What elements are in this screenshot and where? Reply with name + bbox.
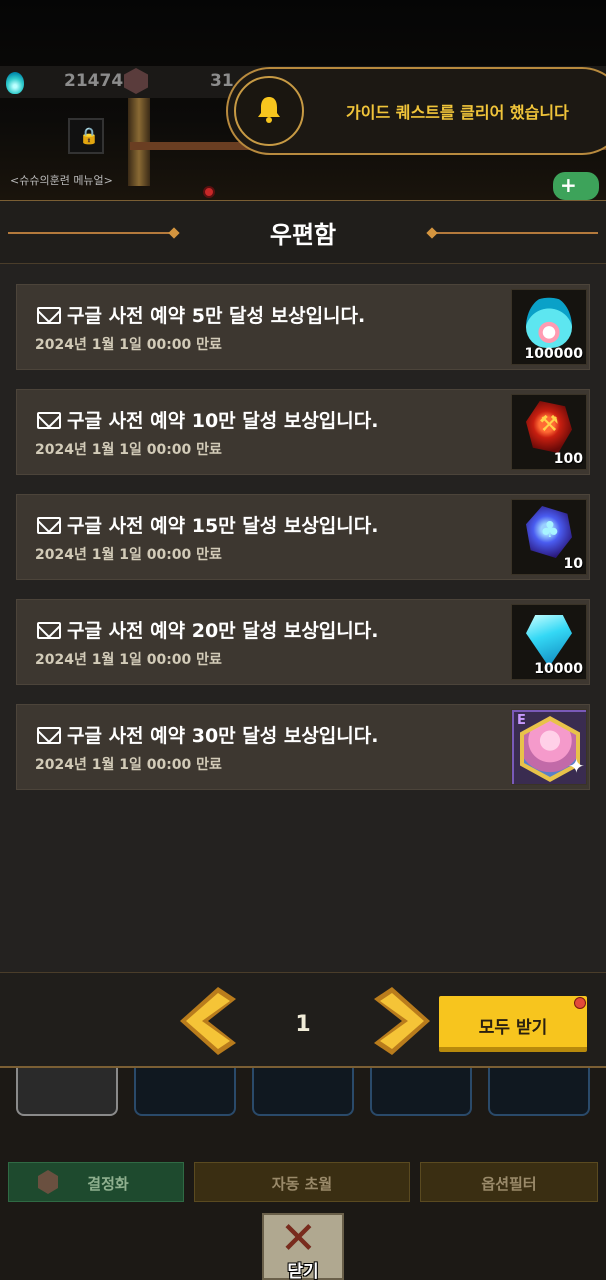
mail-title: 구글 사전 예약 10만 달성 보상입니다.: [67, 410, 379, 432]
close-label: 닫기: [287, 1262, 319, 1280]
mail-expiry: 2024년 1월 1일 00:00 만료: [35, 652, 222, 668]
mail-title: 구글 사전 예약 30만 달성 보상입니다.: [67, 725, 379, 747]
equipment-slot: [134, 1068, 236, 1116]
equipment-slot: [370, 1068, 472, 1116]
flame-icon: [6, 72, 24, 94]
claim-all-label: 모두 받기: [478, 1018, 548, 1038]
mail-item[interactable]: 구글 사전 예약 30만 달성 보상입니다. 2024년 1월 1일 00:00…: [16, 704, 590, 790]
mail-title: 구글 사전 예약 15만 달성 보상입니다.: [67, 515, 379, 537]
envelope-icon: [37, 412, 61, 429]
mail-expiry: 2024년 1월 1일 00:00 만료: [35, 442, 222, 458]
reward-count: 10: [563, 556, 583, 572]
chevron-left-icon: [180, 987, 236, 1055]
close-button[interactable]: ✕ 닫기: [262, 1213, 344, 1280]
training-manual-label: <슈슈의훈련 메뉴얼>: [10, 174, 113, 187]
prev-page-button[interactable]: [178, 985, 238, 1057]
mail-expiry: 2024년 1월 1일 00:00 만료: [35, 757, 222, 773]
envelope-icon: [37, 727, 61, 744]
crystallize-tab: 결정화: [8, 1162, 184, 1202]
reward-count: 100: [553, 451, 583, 467]
resource-left-value: 21474: [64, 71, 124, 91]
mail-expiry: 2024년 1월 1일 00:00 만료: [35, 547, 222, 563]
diamond-icon: [526, 615, 572, 667]
mail-expiry: 2024년 1월 1일 00:00 만료: [35, 337, 222, 353]
hero-portrait-icon: E ✦: [512, 710, 586, 784]
notification-dot: [574, 997, 586, 1009]
gamepad-icon: [553, 172, 599, 200]
mailbox-title: 우편함: [269, 221, 337, 249]
mail-item[interactable]: 구글 사전 예약 20만 달성 보상입니다. 2024년 1월 1일 00:00…: [16, 599, 590, 685]
mail-item[interactable]: 구글 사전 예약 10만 달성 보상입니다. 2024년 1월 1일 00:00…: [16, 389, 590, 475]
close-icon: ✕: [280, 1217, 317, 1262]
flame-icon: [526, 296, 572, 348]
mail-title: 구글 사전 예약 5만 달성 보상입니다.: [67, 305, 366, 327]
envelope-icon: [37, 307, 61, 324]
mail-item[interactable]: 구글 사전 예약 5만 달성 보상입니다. 2024년 1월 1일 00:00 …: [16, 284, 590, 370]
envelope-icon: [37, 517, 61, 534]
equipment-slot: [252, 1068, 354, 1116]
auto-transcend-label: 자동 초월: [271, 1175, 333, 1193]
next-page-button[interactable]: [372, 985, 432, 1057]
equipment-slot: [16, 1068, 118, 1116]
reward-count: 100000: [524, 346, 583, 362]
reward-slot[interactable]: 10: [511, 499, 587, 575]
locked-slot: 🔒: [68, 118, 104, 154]
crystallize-label: 결정화: [87, 1175, 129, 1193]
option-filter-label: 옵션필터: [481, 1175, 537, 1193]
red-rune-icon: [526, 401, 572, 453]
toast-message: 가이드 퀘스트를 클리어 했습니다: [346, 103, 569, 122]
resource-right-value: 31: [210, 71, 234, 91]
auto-transcend-tab: 자동 초월: [194, 1162, 410, 1202]
option-filter-tab: 옵션필터: [420, 1162, 598, 1202]
lock-icon: 🔒: [79, 126, 99, 145]
chevron-right-icon: [374, 987, 430, 1055]
reward-slot[interactable]: E ✦: [511, 709, 587, 785]
mail-item[interactable]: 구글 사전 예약 15만 달성 보상입니다. 2024년 1월 1일 00:00…: [16, 494, 590, 580]
reward-slot[interactable]: 100000: [511, 289, 587, 365]
envelope-icon: [37, 622, 61, 639]
claim-all-button[interactable]: 모두 받기: [439, 996, 587, 1052]
blue-rune-icon: [526, 506, 572, 558]
reward-slot[interactable]: 100: [511, 394, 587, 470]
sparkle-icon: ✦: [568, 754, 585, 778]
equipment-slot: [488, 1068, 590, 1116]
reward-slot[interactable]: 10000: [511, 604, 587, 680]
mail-title: 구글 사전 예약 20만 달성 보상입니다.: [67, 620, 379, 642]
notification-dot: [203, 186, 215, 198]
hero-grade-badge: E: [517, 713, 526, 728]
bell-icon: [258, 97, 280, 123]
page-number: 1: [295, 1012, 311, 1037]
reward-count: 10000: [534, 661, 583, 677]
